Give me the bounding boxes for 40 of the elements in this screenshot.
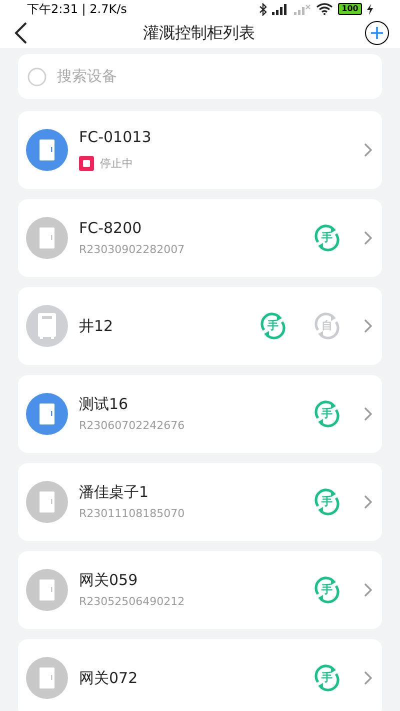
device-card[interactable]: 测试16 R23060702242676 手 <box>18 375 382 453</box>
charging-icon <box>367 4 373 14</box>
signal-icon <box>272 4 289 14</box>
device-card[interactable]: 潘佳桌子1 R23011108185070 手 <box>18 463 382 541</box>
device-code: R23060702242676 <box>79 419 186 433</box>
device-name: 潘佳桌子1 <box>79 483 150 502</box>
page-title: 灌溉控制柜列表 <box>143 22 255 44</box>
plus-icon <box>371 27 383 39</box>
chevron-icon <box>364 319 372 333</box>
device-card[interactable]: FC-8200 R23030902282007 手 <box>18 199 382 277</box>
device-card[interactable]: 网关072 手 <box>18 639 382 711</box>
device-card[interactable]: FC-01013 停止中 <box>18 111 382 189</box>
chevron-icon <box>364 407 372 421</box>
search-field[interactable]: 搜索设备 <box>57 65 373 88</box>
device-name: FC-01013 <box>79 128 152 147</box>
back-icon <box>14 22 28 44</box>
wifi-icon <box>316 3 333 15</box>
status-text: 停止中 <box>100 156 133 172</box>
device-name: 测试16 <box>79 395 130 414</box>
chevron-icon <box>364 143 372 157</box>
device-card[interactable]: 网关059 R23052506490212 手 <box>18 551 382 629</box>
bluetooth-icon <box>259 2 267 16</box>
search-icon <box>27 66 47 86</box>
search-bar[interactable]: 搜索设备 <box>18 54 382 99</box>
device-code: R23030902282007 <box>79 243 186 257</box>
chevron-icon <box>364 583 372 597</box>
device-name: 网关072 <box>79 668 139 688</box>
device-name: 井12 <box>79 316 114 336</box>
device-code: R23052506490212 <box>79 595 186 609</box>
chevron-icon <box>364 495 372 509</box>
device-name: 网关059 <box>79 571 139 590</box>
device-name: FC-8200 <box>79 219 143 238</box>
chevron-icon <box>364 671 372 685</box>
device-code: R23011108185070 <box>79 507 186 521</box>
stop-status-icon <box>79 156 94 172</box>
chevron-icon <box>364 231 372 245</box>
signal-icon <box>294 4 311 14</box>
status-time: 下午2:31 | 2.7K/s <box>27 1 127 18</box>
battery-icon: 100 <box>338 3 362 15</box>
add-button[interactable] <box>365 21 389 45</box>
